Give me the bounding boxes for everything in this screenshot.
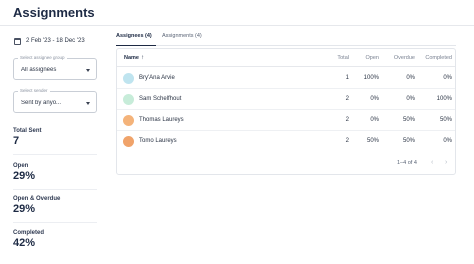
avatar [123, 136, 134, 147]
completed-cell: 0% [443, 75, 452, 81]
completed-cell: 100% [436, 96, 452, 102]
avatar [123, 115, 134, 126]
stat-label: Open [13, 163, 29, 169]
overdue-cell: 50% [402, 138, 415, 144]
stat-total-sent: Total Sent 7 [13, 128, 97, 147]
assignee-name: Sam Schelfhout [139, 96, 182, 102]
assignees-table: Name ↑ Total Open Overdue Completed Bry'A… [116, 48, 456, 175]
stat-value: 29% [13, 203, 36, 215]
title-divider [0, 25, 474, 26]
overdue-cell: 50% [402, 117, 415, 123]
stat-divider [13, 154, 97, 155]
calendar-icon [14, 37, 21, 45]
sender-select[interactable]: Select sender Sent by anyo... [13, 88, 97, 113]
open-cell: 0% [370, 117, 379, 123]
stat-open: Open 29% [13, 163, 97, 182]
pagination-text: 1–4 of 4 [397, 160, 417, 166]
assignee-group-label: Select assignee group [18, 55, 67, 60]
tab-assignments[interactable]: Assignments (4) [162, 33, 202, 39]
stat-label: Total Sent [13, 128, 42, 134]
sender-label: Select sender [18, 88, 50, 93]
tab-assignees[interactable]: Assignees (4) [116, 33, 152, 39]
active-tab-indicator [116, 44, 156, 46]
table-footer: 1–4 of 4 ‹ › [117, 152, 455, 174]
chevron-down-icon [86, 102, 90, 105]
overdue-cell: 0% [406, 75, 415, 81]
open-cell: 0% [370, 96, 379, 102]
date-range-picker[interactable]: 2 Feb '23 - 18 Dec '23 [14, 34, 98, 48]
open-cell: 50% [366, 138, 379, 144]
overdue-cell: 0% [406, 96, 415, 102]
stat-open-overdue: Open & Overdue 29% [13, 196, 97, 215]
stat-value: 42% [13, 237, 36, 249]
column-header-completed[interactable]: Completed [422, 55, 452, 61]
chevron-left-icon[interactable]: ‹ [431, 159, 433, 166]
sender-value: Sent by anyo... [21, 100, 62, 106]
assignee-group-select[interactable]: Select assignee group All assignees [13, 55, 97, 80]
total-cell: 1 [345, 75, 349, 81]
page-title: Assignments [13, 5, 95, 20]
stat-label: Completed [13, 230, 45, 236]
table-row[interactable]: Thomas Laureys 2 0% 50% 50% [117, 110, 455, 131]
stat-label: Open & Overdue [13, 196, 61, 202]
table-row[interactable]: Bry'Ana Arvie 1 100% 0% 0% [117, 68, 455, 89]
assignee-name: Tomo Laureys [139, 138, 177, 144]
avatar [123, 94, 134, 105]
total-cell: 2 [345, 117, 349, 123]
sort-arrow-icon: ↑ [140, 55, 144, 61]
table-header: Name ↑ Total Open Overdue Completed [117, 49, 455, 67]
tab-bar: Assignees (4) Assignments (4) [116, 30, 456, 46]
completed-cell: 0% [443, 138, 452, 144]
stat-completed: Completed 42% [13, 230, 97, 249]
stat-value: 29% [13, 170, 36, 182]
column-header-name[interactable]: Name ↑ [124, 55, 144, 61]
stat-divider [13, 222, 97, 223]
assignee-name: Thomas Laureys [139, 117, 184, 123]
stat-divider [13, 189, 97, 190]
date-range-text: 2 Feb '23 - 18 Dec '23 [26, 38, 85, 44]
open-cell: 100% [363, 75, 379, 81]
chevron-right-icon[interactable]: › [445, 159, 447, 166]
table-row[interactable]: Tomo Laureys 2 50% 50% 0% [117, 131, 455, 152]
assignee-name: Bry'Ana Arvie [139, 75, 175, 81]
total-cell: 2 [345, 96, 349, 102]
stat-value: 7 [13, 135, 20, 147]
column-header-total[interactable]: Total [319, 55, 349, 61]
chevron-down-icon [86, 69, 90, 72]
table-row[interactable]: Sam Schelfhout 2 0% 0% 100% [117, 89, 455, 110]
column-header-open[interactable]: Open [349, 55, 379, 61]
completed-cell: 50% [439, 117, 452, 123]
assignee-group-value: All assignees [21, 67, 57, 73]
avatar [123, 73, 134, 84]
column-header-overdue[interactable]: Overdue [385, 55, 415, 61]
total-cell: 2 [345, 138, 349, 144]
